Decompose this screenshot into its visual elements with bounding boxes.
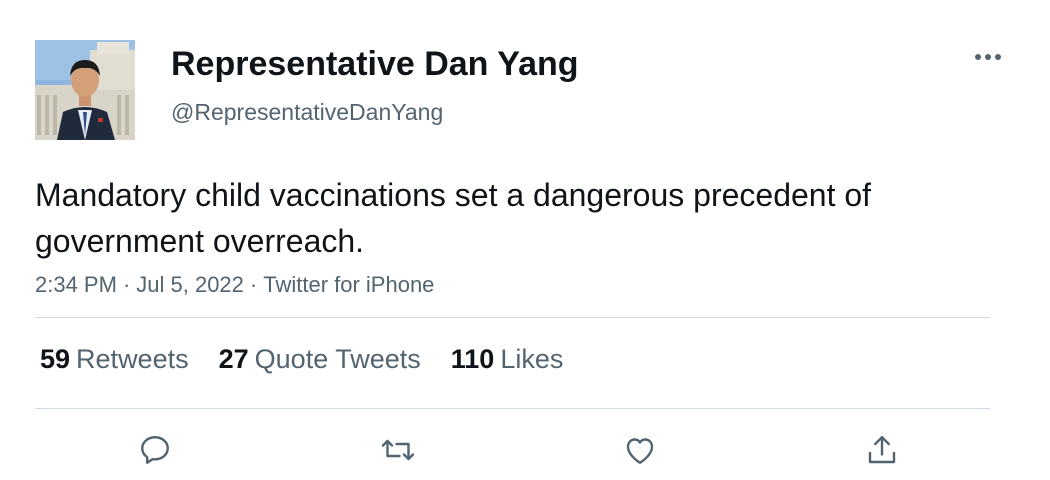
retweets-label: Retweets: [76, 344, 189, 374]
likes-label: Likes: [500, 344, 564, 374]
tweet-source[interactable]: Twitter for iPhone: [263, 272, 434, 297]
avatar-image: [35, 40, 135, 140]
quote-tweets-stat[interactable]: 27 Quote Tweets: [219, 342, 421, 376]
share-button[interactable]: [862, 430, 902, 470]
author-handle[interactable]: @RepresentativeDanYang: [171, 98, 443, 126]
more-icon: [975, 54, 1001, 60]
tweet-stats: 59 Retweets 27 Quote Tweets 110 Likes: [40, 342, 593, 376]
likes-count: 110: [450, 344, 495, 374]
retweet-button[interactable]: [378, 430, 418, 470]
more-options-button[interactable]: [970, 45, 1006, 69]
reply-button[interactable]: [135, 430, 175, 470]
retweets-count: 59: [40, 344, 71, 374]
meta-separator: ·: [249, 272, 258, 297]
quote-tweets-count: 27: [218, 344, 249, 374]
tweet-time[interactable]: 2:34 PM: [35, 272, 117, 297]
reply-icon: [141, 436, 169, 464]
avatar[interactable]: [35, 40, 135, 140]
author-display-name[interactable]: Representative Dan Yang: [171, 44, 579, 84]
quote-tweets-label: Quote Tweets: [254, 344, 421, 374]
retweets-stat[interactable]: 59 Retweets: [40, 342, 189, 376]
tweet-meta: 2:34 PM · Jul 5, 2022 · Twitter for iPhone: [35, 270, 434, 300]
tweet-text: Mandatory child vaccinations set a dange…: [35, 177, 872, 259]
retweet-icon: [381, 439, 415, 461]
like-icon: [626, 438, 654, 464]
like-button[interactable]: [620, 430, 660, 470]
divider: [35, 317, 990, 318]
divider: [35, 408, 990, 409]
share-icon: [868, 436, 896, 464]
likes-stat[interactable]: 110 Likes: [451, 342, 564, 376]
tweet-date[interactable]: Jul 5, 2022: [136, 272, 244, 297]
meta-separator: ·: [122, 272, 131, 297]
